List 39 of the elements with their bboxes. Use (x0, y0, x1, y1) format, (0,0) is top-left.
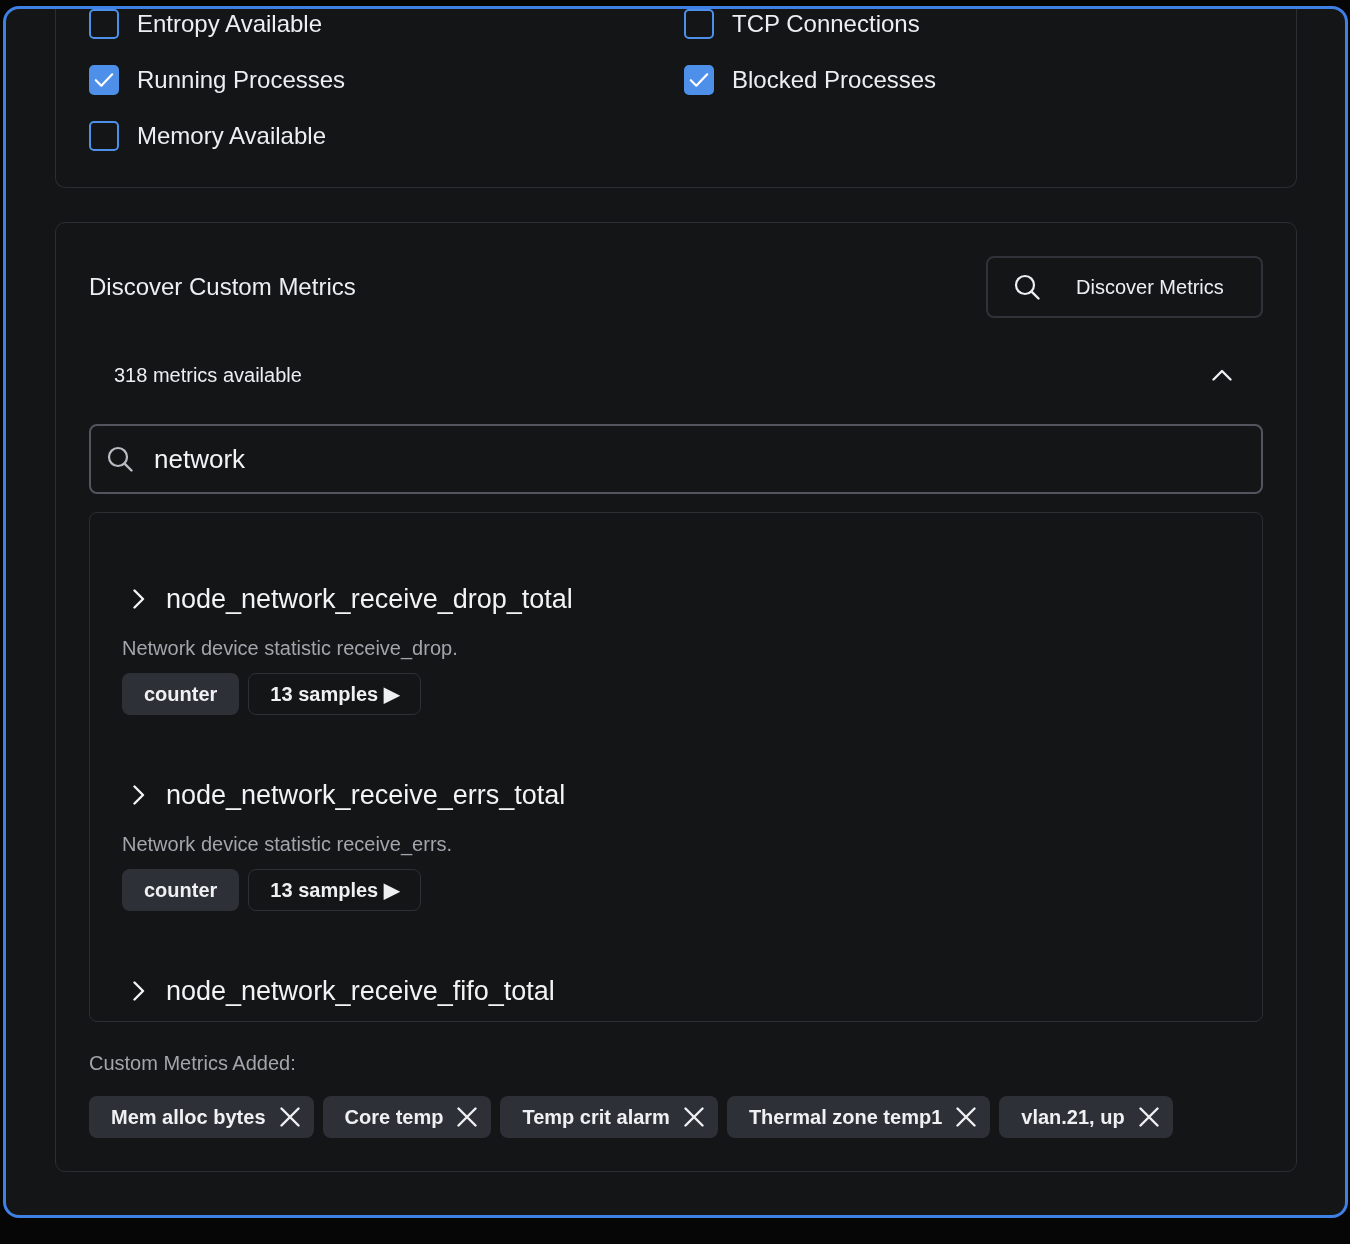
chip-label: Core temp (344, 1105, 444, 1129)
checkbox[interactable] (684, 9, 714, 39)
metric-description: Network device statistic receive_errs. (122, 832, 453, 857)
checkbox[interactable] (89, 121, 119, 151)
metrics-count: 318 metrics available (114, 363, 302, 387)
chip-label: Thermal zone temp1 (748, 1105, 943, 1129)
chip-label: vlan.21, up (1021, 1105, 1125, 1129)
close-icon[interactable] (279, 1107, 300, 1127)
close-icon[interactable] (956, 1107, 977, 1127)
chevron-up-icon[interactable] (1212, 369, 1232, 381)
samples-button[interactable]: 13 samples ▶ (248, 673, 421, 715)
search-field[interactable]: network (89, 424, 1263, 494)
close-icon[interactable] (683, 1107, 704, 1127)
metric-toggle[interactable]: node_network_receive_fifo_total (133, 971, 555, 1011)
metric-description: Network device statistic receive_drop. (122, 636, 458, 661)
check-icon (94, 72, 114, 88)
checkbox-label[interactable]: TCP Connections (732, 10, 920, 38)
close-icon[interactable] (457, 1107, 478, 1127)
type-tag: counter (122, 673, 240, 715)
search-icon (1014, 274, 1040, 300)
samples-button[interactable]: 13 samples ▶ (248, 869, 421, 911)
added-label: Custom Metrics Added: (89, 1051, 296, 1076)
checkbox-label[interactable]: Running Processes (137, 66, 346, 94)
metric-toggle[interactable]: node_network_receive_errs_total (133, 775, 566, 815)
checkbox-label[interactable]: Entropy Available (137, 10, 322, 38)
search-icon (107, 446, 133, 472)
checkbox-label[interactable]: Memory Available (137, 122, 326, 150)
checkbox[interactable] (89, 9, 119, 39)
checkbox-label[interactable]: Blocked Processes (732, 66, 937, 94)
type-tag: counter (122, 869, 240, 911)
discover-button[interactable]: Discover Metrics (986, 256, 1263, 318)
chip-label: Temp crit alarm (522, 1105, 670, 1129)
checkbox[interactable] (684, 65, 714, 95)
section-title: Discover Custom Metrics (89, 273, 356, 301)
check-icon (689, 72, 709, 88)
close-icon[interactable] (1138, 1107, 1159, 1127)
checkbox[interactable] (89, 65, 119, 95)
metric-toggle[interactable]: node_network_receive_drop_total (133, 579, 573, 619)
chip-label: Mem alloc bytes (111, 1105, 266, 1129)
